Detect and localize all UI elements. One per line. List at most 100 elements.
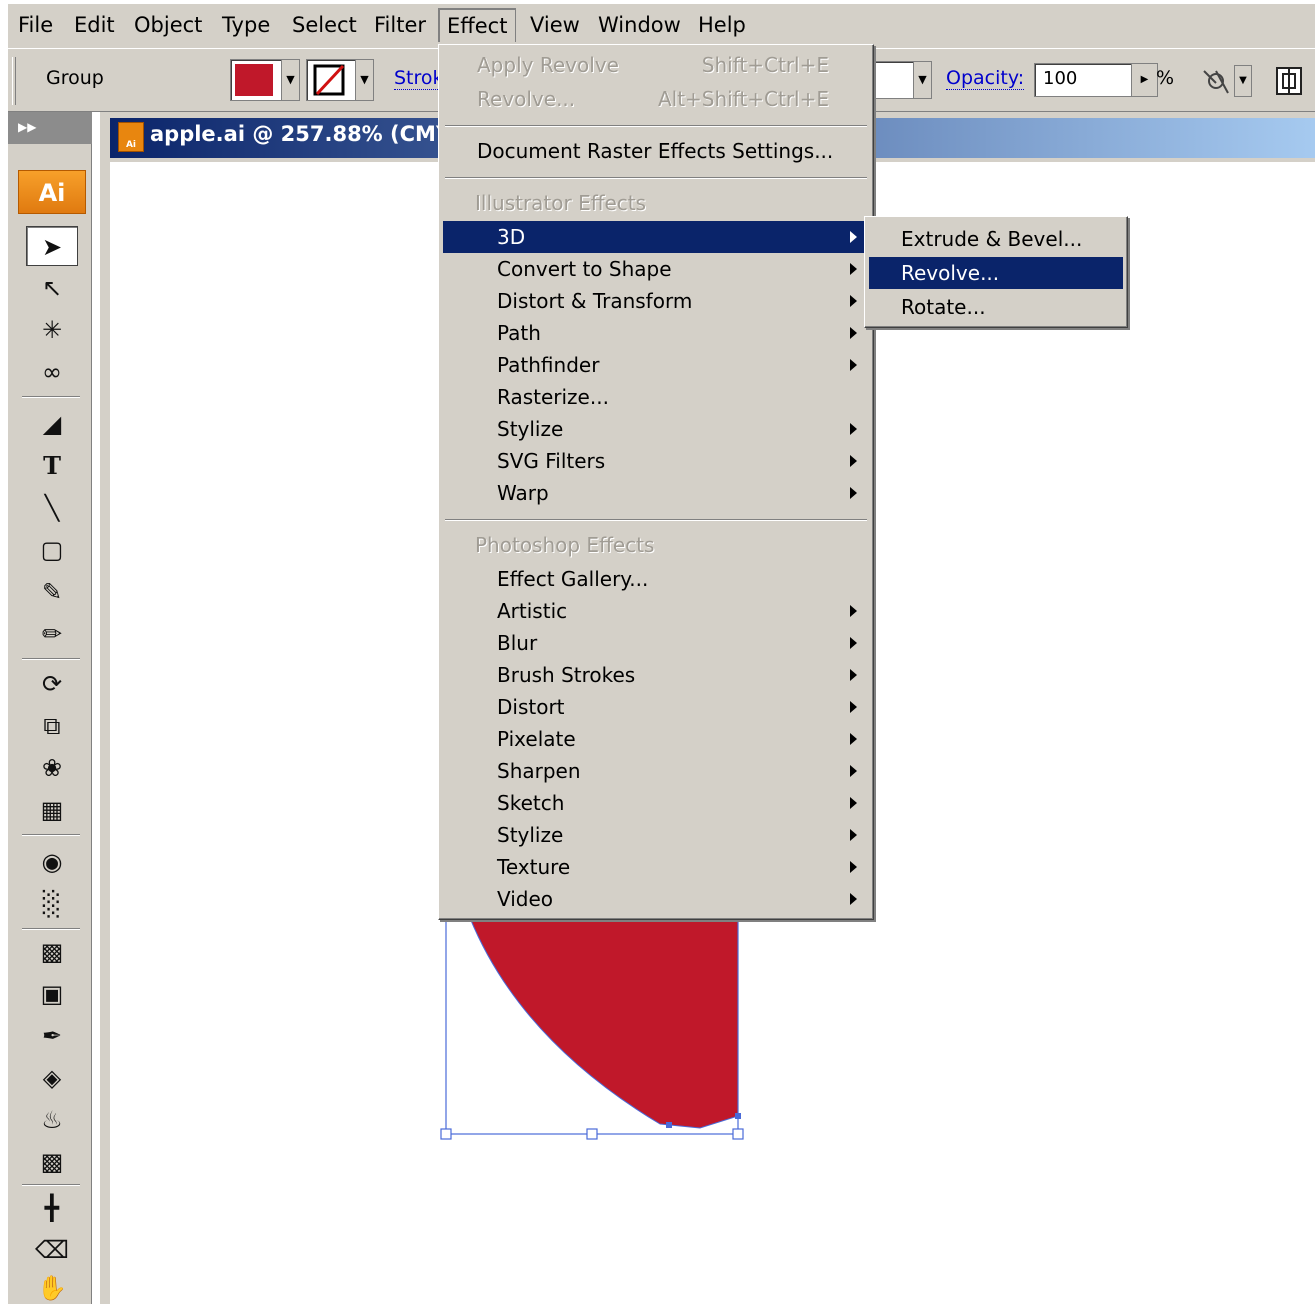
type-tool-icon[interactable]: T bbox=[26, 446, 78, 486]
ai-file-icon: Ai bbox=[118, 122, 144, 152]
hand-tool-icon[interactable]: ✋ bbox=[26, 1268, 78, 1304]
opacity-input[interactable]: 100 ▶ bbox=[1034, 63, 1158, 97]
lasso-tool-icon[interactable]: ∞ bbox=[26, 352, 78, 392]
submenu-arrow-icon bbox=[850, 797, 857, 809]
menu-item-warp[interactable]: Warp bbox=[443, 477, 865, 509]
tool-separator bbox=[22, 928, 80, 930]
fill-swatch bbox=[235, 64, 273, 96]
direct-selection-tool-icon[interactable]: ↖ bbox=[26, 268, 78, 308]
stroke-link[interactable]: Strok bbox=[394, 67, 444, 90]
menu-item-label: Revolve... bbox=[901, 261, 1000, 285]
menu-item-stylize-illustrator[interactable]: Stylize bbox=[443, 413, 865, 445]
menu-item-last-effect[interactable]: Revolve... Alt+Shift+Ctrl+E bbox=[443, 83, 869, 115]
menu-item-label: Texture bbox=[497, 855, 571, 879]
menu-item-effect-gallery[interactable]: Effect Gallery... bbox=[443, 563, 865, 595]
eraser-tool-icon[interactable]: ⌫ bbox=[26, 1230, 78, 1270]
menu-object[interactable]: Object bbox=[126, 8, 210, 42]
menu-item-rasterize[interactable]: Rasterize... bbox=[443, 381, 865, 413]
menu-item-label: Document Raster Effects Settings... bbox=[477, 139, 834, 163]
symbol-sprayer-tool-icon[interactable]: ◉ bbox=[26, 842, 78, 882]
eyedropper-tool-icon[interactable]: ✒ bbox=[26, 1016, 78, 1056]
menu-item-label: Video bbox=[497, 887, 554, 911]
mesh-tool-icon[interactable]: ▩ bbox=[26, 932, 78, 972]
menu-item-texture[interactable]: Texture bbox=[443, 851, 865, 883]
menu-item-sharpen[interactable]: Sharpen bbox=[443, 755, 865, 787]
menu-item-label: Effect Gallery... bbox=[497, 567, 649, 591]
submenu-arrow-icon bbox=[850, 359, 857, 371]
menu-window[interactable]: Window bbox=[590, 8, 689, 42]
menu-item-extrude-bevel[interactable]: Extrude & Bevel... bbox=[869, 223, 1123, 255]
menu-item-revolve[interactable]: Revolve... bbox=[869, 257, 1123, 289]
menu-type[interactable]: Type bbox=[214, 8, 278, 42]
menu-item-video[interactable]: Video bbox=[443, 883, 865, 915]
menu-item-stylize-photoshop[interactable]: Stylize bbox=[443, 819, 865, 851]
gradient-tool-icon[interactable]: ▣ bbox=[26, 974, 78, 1014]
menu-item-label: Extrude & Bevel... bbox=[901, 227, 1083, 251]
free-transform-tool-icon[interactable]: ▦ bbox=[26, 790, 78, 830]
chevron-down-icon: ▼ bbox=[913, 62, 931, 98]
blend-tool-icon[interactable]: ◈ bbox=[26, 1058, 78, 1098]
submenu-arrow-icon bbox=[850, 893, 857, 905]
pencil-tool-icon[interactable]: ✏ bbox=[26, 614, 78, 654]
menu-view[interactable]: View bbox=[522, 8, 588, 42]
menu-item-pixelate[interactable]: Pixelate bbox=[443, 723, 865, 755]
menu-item-3d[interactable]: 3D bbox=[443, 221, 865, 253]
menu-item-svg-filters[interactable]: SVG Filters bbox=[443, 445, 865, 477]
menu-item-label: Pathfinder bbox=[497, 353, 600, 377]
menu-item-raster-effects-settings[interactable]: Document Raster Effects Settings... bbox=[443, 135, 869, 167]
graph-tool-icon[interactable]: ░ bbox=[26, 884, 78, 924]
stroke-color-dropdown[interactable]: ▼ bbox=[306, 59, 374, 101]
menu-item-label: Brush Strokes bbox=[497, 663, 636, 687]
menu-item-label: Rotate... bbox=[901, 295, 986, 319]
line-tool-icon[interactable]: ╲ bbox=[26, 488, 78, 528]
menu-effect[interactable]: Effect bbox=[438, 8, 517, 42]
submenu-arrow-icon bbox=[850, 733, 857, 745]
menu-help[interactable]: Help bbox=[690, 8, 754, 42]
menu-bar: File Edit Object Type Select Filter Effe… bbox=[8, 4, 1315, 48]
paintbrush-tool-icon[interactable]: ✎ bbox=[26, 572, 78, 612]
menu-item-distort[interactable]: Distort bbox=[443, 691, 865, 723]
illustrator-logo: Ai bbox=[18, 170, 86, 214]
menu-file[interactable]: File bbox=[10, 8, 61, 42]
menu-item-pathfinder[interactable]: Pathfinder bbox=[443, 349, 865, 381]
menu-item-sketch[interactable]: Sketch bbox=[443, 787, 865, 819]
menu-edit[interactable]: Edit bbox=[66, 8, 123, 42]
live-paint-tool-icon[interactable]: ♨ bbox=[26, 1100, 78, 1140]
chevron-down-icon[interactable]: ▼ bbox=[1234, 65, 1252, 97]
submenu-arrow-icon bbox=[850, 669, 857, 681]
rectangle-tool-icon[interactable]: ▢ bbox=[26, 530, 78, 570]
transform-panel-icon[interactable] bbox=[1274, 65, 1304, 97]
opacity-arrow-icon[interactable]: ▶ bbox=[1131, 64, 1157, 96]
menu-item-label: Stylize bbox=[497, 823, 564, 847]
menu-item-label: Sketch bbox=[497, 791, 565, 815]
chevron-down-icon: ▼ bbox=[281, 60, 299, 100]
menu-item-rotate[interactable]: Rotate... bbox=[869, 291, 1123, 323]
live-paint-selection-tool-icon[interactable]: ▩ bbox=[26, 1142, 78, 1182]
menu-item-path[interactable]: Path bbox=[443, 317, 865, 349]
menu-item-label: Sharpen bbox=[497, 759, 581, 783]
warp-tool-icon[interactable]: ❀ bbox=[26, 748, 78, 788]
menu-item-artistic[interactable]: Artistic bbox=[443, 595, 865, 627]
scale-tool-icon[interactable]: ⧉ bbox=[26, 706, 78, 746]
no-stroke-icon bbox=[313, 64, 345, 96]
menu-item-blur[interactable]: Blur bbox=[443, 627, 865, 659]
chevron-down-icon: ▼ bbox=[355, 60, 373, 100]
fill-color-dropdown[interactable]: ▼ bbox=[230, 59, 300, 101]
menu-item-brush-strokes[interactable]: Brush Strokes bbox=[443, 659, 865, 691]
rotate-tool-icon[interactable]: ⟳ bbox=[26, 664, 78, 704]
slice-tool-icon[interactable]: ╋ bbox=[26, 1188, 78, 1228]
selection-tool-icon[interactable]: ➤ bbox=[26, 226, 78, 266]
isolate-group-icon[interactable] bbox=[1198, 63, 1234, 99]
style-dropdown[interactable]: ▼ bbox=[874, 61, 932, 99]
magic-wand-tool-icon[interactable]: ✳ bbox=[26, 310, 78, 350]
menu-item-apply-last-effect[interactable]: Apply Revolve Shift+Ctrl+E bbox=[443, 49, 869, 81]
tool-separator bbox=[22, 658, 80, 660]
pen-tool-icon[interactable]: ◢ bbox=[26, 404, 78, 444]
control-bar-grip[interactable] bbox=[12, 57, 16, 105]
menu-item-distort-transform[interactable]: Distort & Transform bbox=[443, 285, 865, 317]
tools-panel-header[interactable]: ▶▶ bbox=[8, 112, 92, 144]
opacity-link[interactable]: Opacity: bbox=[946, 67, 1025, 90]
menu-item-convert-to-shape[interactable]: Convert to Shape bbox=[443, 253, 865, 285]
menu-filter[interactable]: Filter bbox=[366, 8, 434, 42]
menu-select[interactable]: Select bbox=[284, 8, 365, 42]
